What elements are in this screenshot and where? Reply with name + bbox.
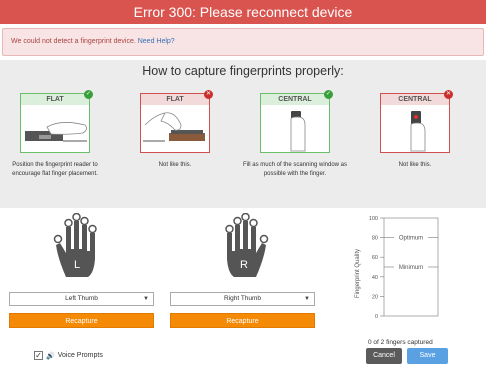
cancel-button[interactable]: Cancel — [366, 348, 402, 364]
right-finger-selected: Right Thumb — [223, 295, 262, 302]
quality-tick-label: 100 — [369, 216, 378, 222]
quality-tick-label: 80 — [372, 236, 378, 242]
guide-card-flat-good: FLAT ✓ — [20, 90, 93, 153]
chevron-down-icon: ▼ — [304, 296, 310, 302]
error-title: Error 300: Please reconnect device — [133, 4, 353, 20]
card-caption: Fill as much of the scanning window as p… — [242, 162, 348, 177]
quality-tick-label: 20 — [372, 294, 378, 300]
capture-guide: How to capture fingerprints properly: FL… — [0, 60, 486, 208]
left-hand-icon: L — [53, 213, 97, 277]
right-recapture-button[interactable]: Recapture — [170, 313, 315, 328]
card-label: CENTRAL — [381, 94, 449, 105]
guide-card-central-good: CENTRAL ✓ — [260, 90, 333, 153]
cross-icon: ✕ — [444, 90, 453, 99]
card-caption: Position the fingerprint reader to encou… — [12, 162, 98, 177]
device-alert: We could not detect a fingerprint device… — [2, 28, 484, 56]
quality-tick-label: 0 — [375, 314, 378, 320]
flat-finger-illustration — [25, 122, 87, 142]
guide-heading: How to capture fingerprints properly: — [142, 64, 344, 78]
capture-status: 0 of 2 fingers captured — [368, 339, 433, 346]
quality-tick-label: 40 — [372, 275, 378, 281]
need-help-link[interactable]: Need Help? — [138, 38, 175, 45]
optimum-label: Optimum — [399, 236, 423, 242]
offcenter-finger-illustration — [410, 111, 426, 152]
voice-prompts-toggle[interactable]: ✓ 🔊 Voice Prompts — [34, 351, 103, 360]
guide-card-central-bad: CENTRAL ✕ — [380, 90, 453, 153]
cross-icon: ✕ — [204, 90, 213, 99]
left-hand-letter: L — [74, 259, 80, 271]
speaker-icon: 🔊 — [46, 352, 55, 360]
minimum-label: Minimum — [399, 265, 423, 271]
voice-checkbox[interactable]: ✓ — [34, 351, 43, 360]
voice-prompts-label: Voice Prompts — [57, 352, 103, 359]
central-finger-illustration — [290, 111, 306, 152]
right-hand-letter: R — [240, 259, 248, 271]
left-recapture-button[interactable]: Recapture — [9, 313, 154, 328]
right-hand-icon: R — [225, 213, 269, 277]
guide-card-flat-bad: FLAT ✕ — [140, 90, 213, 153]
card-label: FLAT — [141, 94, 209, 105]
left-finger-select[interactable]: Left Thumb ▼ — [9, 292, 154, 306]
right-finger-select[interactable]: Right Thumb ▼ — [170, 292, 315, 306]
alert-message: We could not detect a fingerprint device… — [11, 38, 136, 45]
save-button[interactable]: Save — [407, 348, 448, 364]
chevron-down-icon: ▼ — [143, 296, 149, 302]
card-caption: Not like this. — [158, 162, 192, 168]
left-finger-selected: Left Thumb — [65, 295, 98, 302]
quality-gauge: 100 80 60 40 20 0 Optimum Minimum — [369, 216, 439, 320]
card-caption: Not like this. — [398, 162, 432, 168]
quality-tick-label: 60 — [372, 255, 378, 261]
card-label: FLAT — [21, 94, 89, 105]
quality-ticks: 100 80 60 40 20 0 — [369, 216, 384, 320]
check-icon: ✓ — [324, 90, 333, 99]
card-label: CENTRAL — [261, 94, 329, 105]
error-title-bar: Error 300: Please reconnect device — [0, 0, 486, 24]
check-icon: ✓ — [84, 90, 93, 99]
steep-finger-illustration — [143, 112, 205, 142]
